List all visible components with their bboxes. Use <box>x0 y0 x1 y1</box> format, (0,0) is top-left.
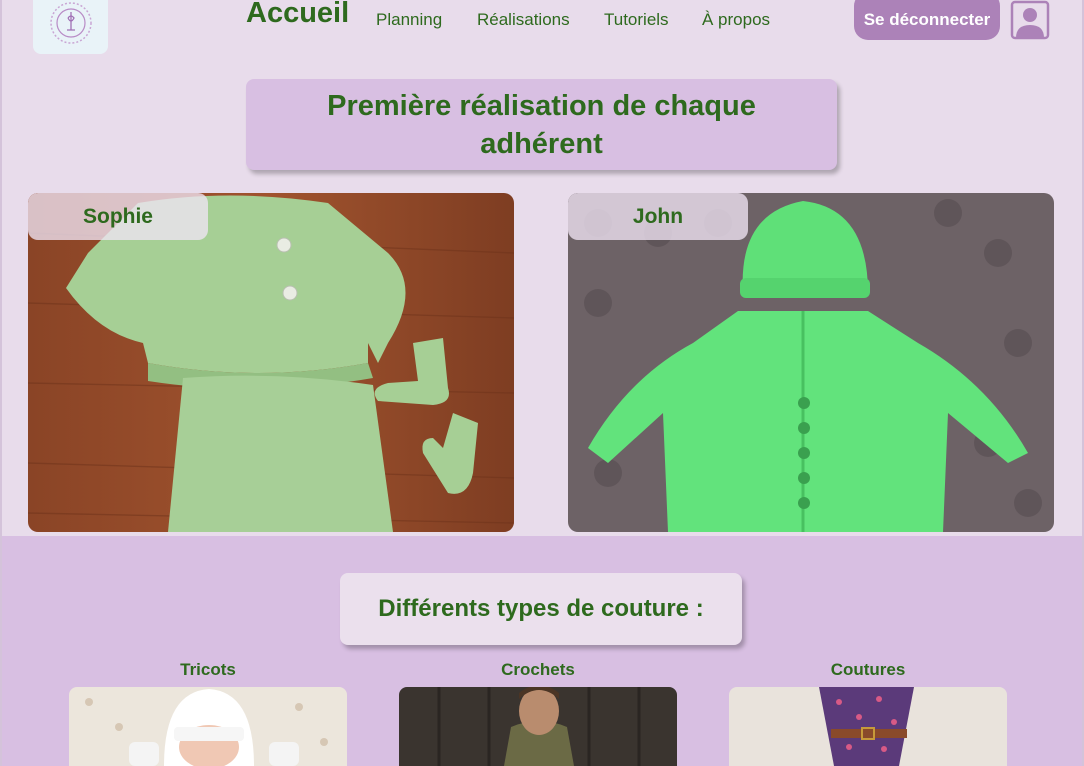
member-name: John <box>568 193 748 240</box>
type-label-coutures: Coutures <box>830 660 906 679</box>
type-image-coutures[interactable] <box>729 687 1007 766</box>
member-name: Sophie <box>28 193 208 240</box>
type-label-tricots: Tricots <box>180 660 236 679</box>
knit-set-photo <box>28 193 514 532</box>
knit-cardigan-photo <box>568 193 1054 532</box>
member-card-sophie[interactable]: Sophie <box>28 193 514 532</box>
type-image-crochets[interactable] <box>399 687 677 766</box>
member-card-john[interactable]: John <box>568 193 1054 532</box>
site-logo[interactable] <box>33 0 108 54</box>
logo-emblem-icon <box>49 2 92 44</box>
nav-planning[interactable]: Planning <box>376 10 442 30</box>
type-image-tricots[interactable] <box>69 687 347 766</box>
logout-button[interactable]: Se déconnecter <box>854 0 1000 40</box>
nav-tutorials[interactable]: Tutoriels <box>604 10 669 30</box>
user-profile-icon[interactable] <box>1010 0 1050 40</box>
featured-title: Première réalisation de chaque adhérent <box>246 79 837 170</box>
nav-realisations[interactable]: Réalisations <box>477 10 570 30</box>
nav-home[interactable]: Accueil <box>246 0 349 30</box>
nav-about[interactable]: À propos <box>702 10 770 30</box>
types-title: Différents types de couture : <box>340 573 742 645</box>
type-label-crochets: Crochets <box>501 660 575 679</box>
